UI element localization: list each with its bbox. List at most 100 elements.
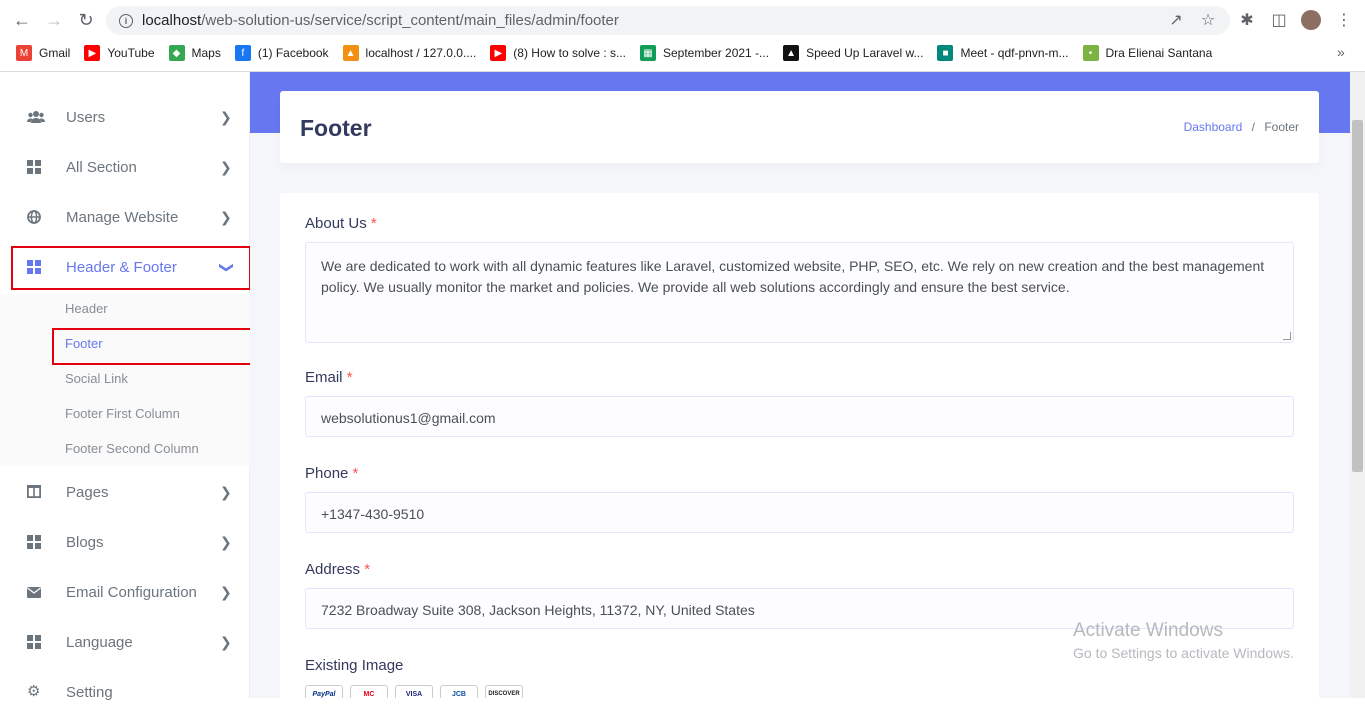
chevron-right-icon: ❯: [220, 158, 232, 175]
submenu-item-header[interactable]: Header: [65, 301, 108, 316]
phpmyadmin-icon: ▲: [342, 45, 359, 61]
submenu-item-footer-first-column[interactable]: Footer First Column: [65, 406, 180, 421]
avatar[interactable]: [1300, 9, 1322, 31]
sidebar-item-manage-website[interactable]: Manage Website ❯: [0, 192, 250, 242]
scrollbar[interactable]: [1350, 72, 1365, 698]
highlight-box-footer: [52, 328, 254, 365]
breadcrumb-dashboard-link[interactable]: Dashboard: [1184, 120, 1243, 134]
grid-icon: [27, 160, 43, 174]
sidebar: Users ❯ All Section ❯ Manage Website ❯ H…: [0, 72, 254, 701]
about-us-textarea[interactable]: We are dedicated to work with all dynami…: [305, 242, 1294, 343]
bookmark-item[interactable]: ▶ YouTube: [84, 45, 155, 61]
bookmark-item[interactable]: ▲ Speed Up Laravel w...: [783, 45, 923, 61]
chevron-right-icon: ❯: [220, 108, 232, 125]
bookmark-item[interactable]: ▲ localhost / 127.0.0....: [342, 45, 477, 61]
sidebar-item-label: Manage Website: [66, 208, 179, 226]
phone-label: Phone *: [305, 465, 359, 482]
submenu-header-footer: Header Footer Social Link Footer First C…: [0, 294, 250, 466]
paypal-logo: PayPal: [305, 685, 343, 698]
highlight-box-header-footer: [11, 246, 251, 290]
address-label: Address *: [305, 561, 371, 578]
breadcrumb-separator: /: [1251, 120, 1255, 134]
chevron-right-icon: ❯: [220, 533, 232, 550]
share-icon[interactable]: ↗: [1165, 9, 1187, 31]
sidebar-item-pages[interactable]: Pages ❯: [0, 467, 250, 517]
bookmark-item[interactable]: ◆ Maps: [168, 45, 221, 61]
bookmark-label: localhost / 127.0.0....: [365, 46, 477, 60]
sidebar-item-all-section[interactable]: All Section ❯: [0, 142, 250, 192]
windows-activation-watermark: Activate Windows Go to Settings to activ…: [1073, 620, 1294, 661]
gear-icon: ⚙: [27, 683, 41, 700]
url-path: /web-solution-us/service/script_content/…: [201, 12, 619, 29]
envelope-icon: [27, 585, 43, 599]
existing-image-label: Existing Image: [305, 657, 404, 674]
star-icon[interactable]: ☆: [1197, 9, 1219, 31]
sidebar-item-blogs[interactable]: Blogs ❯: [0, 517, 250, 567]
chevron-right-icon: ❯: [220, 583, 232, 600]
site-info-icon[interactable]: i: [119, 13, 133, 28]
forward-icon[interactable]: →: [42, 8, 66, 32]
facebook-icon: f: [234, 45, 251, 61]
laravel-icon: ▲: [783, 45, 800, 61]
grid-icon: [27, 535, 43, 549]
address-bar[interactable]: i localhost/web-solution-us/service/scri…: [106, 6, 1230, 35]
about-us-label: About Us *: [305, 215, 377, 232]
maps-icon: ◆: [168, 45, 185, 61]
scrollbar-thumb[interactable]: [1352, 120, 1363, 472]
submenu-item-social-link[interactable]: Social Link: [65, 371, 128, 386]
chevron-right-icon: ❯: [220, 633, 232, 650]
more-bookmarks-icon[interactable]: »: [1337, 44, 1345, 60]
url-host: localhost: [142, 12, 202, 29]
site-icon: •: [1082, 45, 1099, 61]
section-header: Footer Dashboard / Footer: [280, 91, 1319, 163]
bookmark-label: (8) How to solve : s...: [513, 46, 626, 60]
resize-handle-icon[interactable]: [1283, 332, 1291, 340]
youtube-icon: ▶: [490, 45, 507, 61]
visa-logo: VISA: [395, 685, 433, 698]
sidebar-item-label: Users: [66, 108, 106, 126]
email-field[interactable]: websolutionus1@gmail.com: [305, 396, 1294, 437]
required-mark: *: [346, 369, 353, 386]
watermark-line-1: Activate Windows: [1073, 620, 1223, 641]
sheets-icon: ▦: [640, 45, 656, 61]
back-icon[interactable]: ←: [10, 8, 34, 32]
bookmark-label: September 2021 -...: [663, 46, 770, 60]
chevron-right-icon: ❯: [220, 208, 232, 225]
bookmark-item[interactable]: ■ Meet - qdf-pnvn-m...: [937, 45, 1069, 61]
existing-image: PayPal MC VISA JCB DISCOVER: [305, 685, 523, 698]
bookmark-label: Maps: [191, 46, 221, 60]
more-menu-icon[interactable]: ⋮: [1333, 9, 1355, 31]
sidebar-item-users[interactable]: Users ❯: [0, 92, 250, 142]
main-content: Footer Dashboard / Footer About Us * We …: [250, 72, 1350, 698]
bookmark-label: (1) Facebook: [257, 46, 329, 60]
reload-icon[interactable]: ↻: [74, 8, 98, 32]
sidebar-item-language[interactable]: Language ❯: [0, 617, 250, 667]
bookmark-item[interactable]: ▦ September 2021 -...: [640, 45, 769, 61]
bookmark-item[interactable]: f (1) Facebook: [234, 45, 329, 61]
grid-icon: [27, 635, 43, 649]
sidebar-item-label: Language: [66, 633, 133, 651]
sidebar-item-label: Email Configuration: [66, 583, 197, 601]
jcb-logo: JCB: [440, 685, 478, 698]
required-mark: *: [370, 215, 377, 232]
sidebar-item-label: Pages: [66, 483, 109, 501]
discover-logo: DISCOVER: [485, 685, 523, 698]
required-mark: *: [364, 561, 371, 578]
phone-field[interactable]: +1347-430-9510: [305, 492, 1294, 533]
email-label: Email *: [305, 369, 353, 386]
sidebar-item-email-configuration[interactable]: Email Configuration ❯: [0, 567, 250, 617]
side-panel-icon[interactable]: ◫: [1268, 9, 1290, 31]
bookmark-label: YouTube: [107, 46, 155, 60]
bookmark-item[interactable]: • Dra Elienai Santana: [1082, 45, 1212, 61]
globe-icon: [27, 210, 43, 224]
bookmark-item[interactable]: M Gmail: [16, 45, 70, 61]
bookmark-label: Gmail: [39, 46, 71, 60]
sidebar-item-setting[interactable]: ⚙ Setting: [0, 667, 250, 717]
bookmark-item[interactable]: ▶ (8) How to solve : s...: [490, 45, 626, 61]
submenu-item-footer-second-column[interactable]: Footer Second Column: [65, 441, 199, 456]
breadcrumb-current: Footer: [1264, 120, 1299, 134]
bookmark-label: Speed Up Laravel w...: [806, 46, 924, 60]
extensions-icon[interactable]: ✱: [1236, 9, 1258, 31]
bookmark-label: Meet - qdf-pnvn-m...: [960, 46, 1069, 60]
columns-icon: [26, 484, 43, 499]
